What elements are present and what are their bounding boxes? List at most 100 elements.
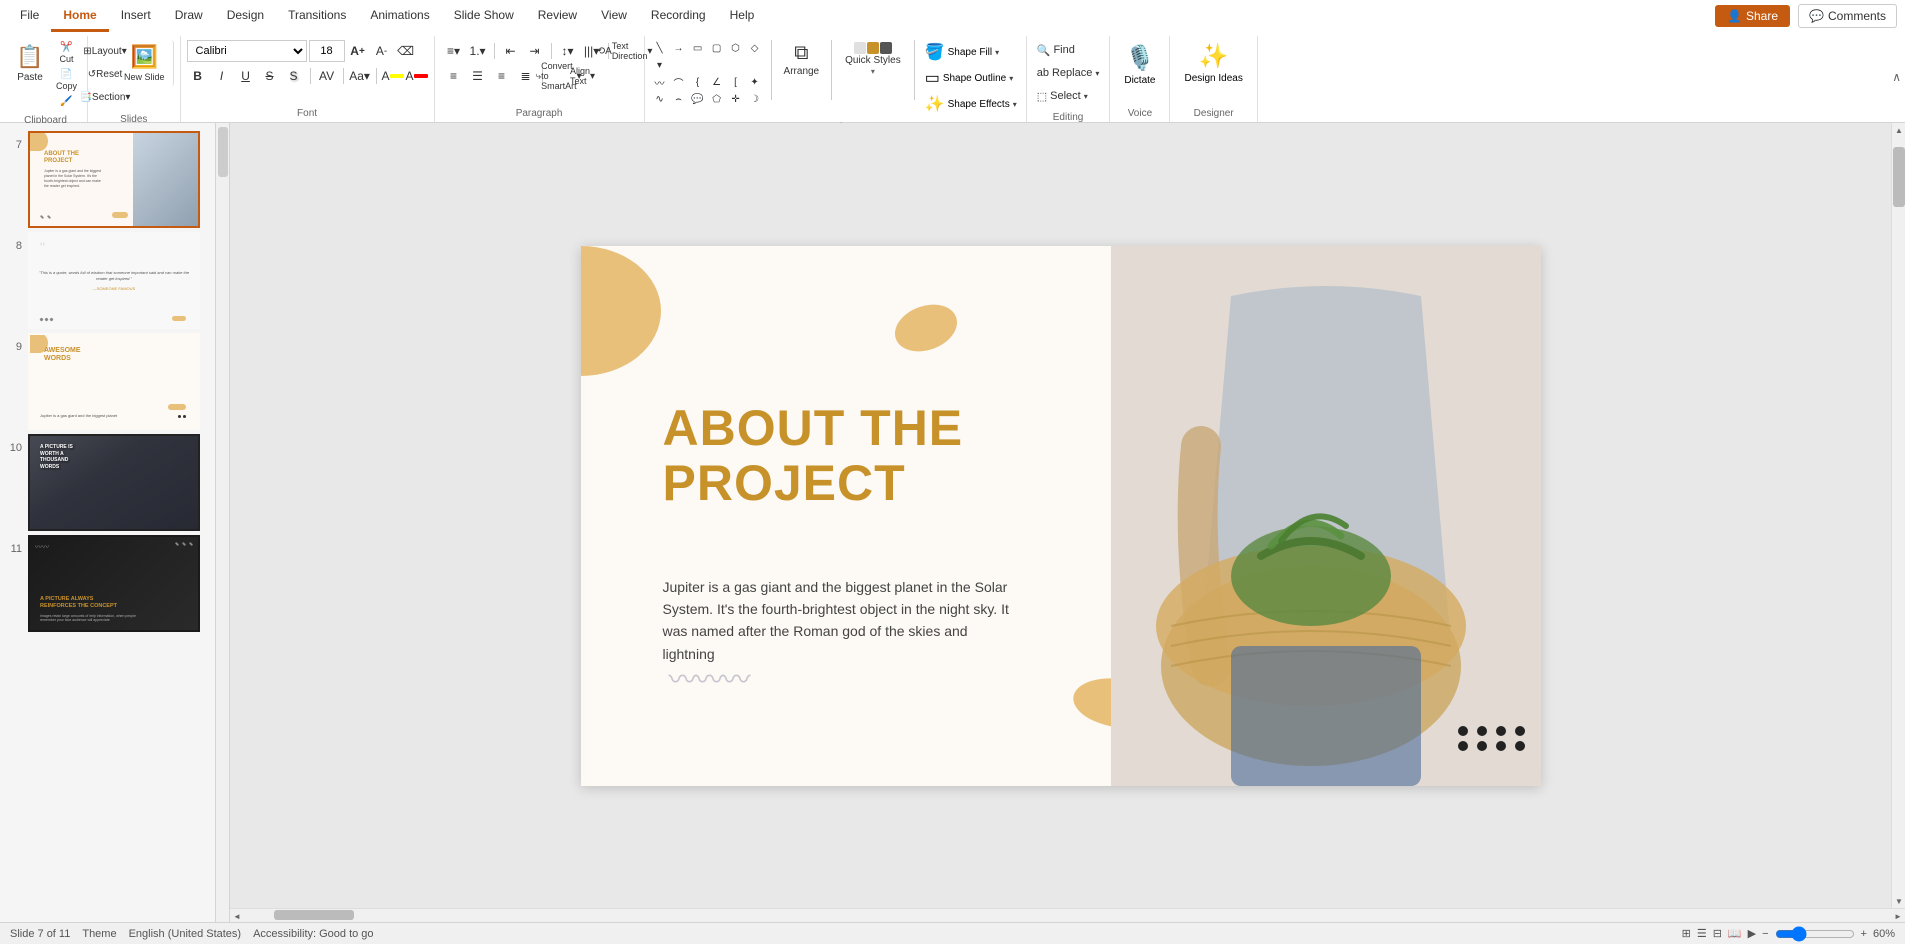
tab-insert[interactable]: Insert (109, 0, 163, 32)
slide-body-text[interactable]: Jupiter is a gas giant and the biggest p… (663, 576, 1023, 666)
slide-item-7[interactable]: 7 ABOUT THE PROJECT Jupiter is a gas gia… (0, 129, 229, 230)
design-ideas-button[interactable]: ✨ Design Ideas (1176, 40, 1250, 86)
align-center-button[interactable]: ☰ (467, 65, 489, 87)
slide-item-10[interactable]: 10 A PICTURE ISWORTH ATHOUSANDWORDS (0, 432, 229, 533)
find-button[interactable]: 🔍 Find (1033, 40, 1079, 60)
select-button[interactable]: ⬚ Select ▾ (1033, 86, 1092, 106)
cut-button[interactable]: ✂️ Cut (52, 40, 81, 66)
numbering-button[interactable]: 1.▾ (467, 40, 489, 62)
hscroll-right-button[interactable]: ► (1891, 909, 1905, 922)
align-left-button[interactable]: ≡ (443, 65, 465, 87)
slide-thumb-10[interactable]: A PICTURE ISWORTH ATHOUSANDWORDS (28, 434, 200, 531)
replace-button[interactable]: ab Replace ▾ (1033, 63, 1104, 83)
smartart-button[interactable]: ⤷ Convert to SmartArt▾ (548, 65, 570, 87)
slide-item-9[interactable]: 9 AWESOMEWORDS Jupiter is a gas giant an… (0, 331, 229, 432)
hscroll-thumb[interactable] (274, 910, 354, 920)
comments-button[interactable]: 💬 Comments (1798, 4, 1897, 28)
arrange-button[interactable]: ⧉ Arrange (779, 40, 825, 79)
shape-rounded-rect[interactable]: ▢ (708, 40, 726, 56)
tab-transitions[interactable]: Transitions (276, 0, 358, 32)
shape-effects-button[interactable]: ✨ Shape Effects ▾ (922, 92, 1020, 116)
tab-slideshow[interactable]: Slide Show (442, 0, 526, 32)
dictate-button[interactable]: 🎙️ Dictate (1116, 40, 1163, 90)
shape-wave[interactable]: ∿ (651, 91, 669, 107)
align-right-button[interactable]: ≡ (491, 65, 513, 87)
zoom-out-button[interactable]: − (1762, 928, 1768, 940)
slide-thumb-7[interactable]: ABOUT THE PROJECT Jupiter is a gas giant… (28, 131, 200, 228)
align-text-button[interactable]: Align Text▾ (572, 65, 594, 87)
reset-button[interactable]: ↺ Reset (94, 63, 116, 85)
new-slide-button[interactable]: 🖼️ New Slide (118, 40, 174, 86)
shape-freeform[interactable]: 〰 (651, 74, 669, 90)
tab-draw[interactable]: Draw (163, 0, 215, 32)
tab-animations[interactable]: Animations (358, 0, 441, 32)
ribbon-collapse-button[interactable]: ∧ (1892, 70, 1901, 84)
font-family-select[interactable]: Calibri (187, 40, 307, 62)
shape-connector[interactable]: ⌒ (670, 74, 688, 90)
justify-button[interactable]: ≣ (515, 65, 537, 87)
slide-panel-scrollbar[interactable] (215, 123, 229, 922)
italic-button[interactable]: I (211, 65, 233, 87)
font-size-input[interactable] (309, 40, 345, 62)
vscroll-down-button[interactable]: ▼ (1892, 894, 1905, 908)
shape-plus[interactable]: ✛ (727, 91, 745, 107)
zoom-in-button[interactable]: + (1861, 928, 1867, 940)
vscroll-up-button[interactable]: ▲ (1892, 123, 1905, 137)
slide-item-11[interactable]: 11 〰〰 A PICTURE ALWAYSREINFORCES THE CON… (0, 533, 229, 634)
decrease-font-button[interactable]: A- (371, 40, 393, 62)
canvas-hscroll[interactable]: ◄ ► (230, 908, 1905, 922)
view-reading-button[interactable]: 📖 (1728, 927, 1742, 940)
font-color-button[interactable]: A (406, 65, 428, 87)
zoom-level[interactable]: 60% (1873, 928, 1895, 940)
decrease-indent-button[interactable]: ⇤ (500, 40, 522, 62)
char-spacing-button[interactable]: AV (316, 65, 338, 87)
shape-pentagon[interactable]: ⬠ (708, 91, 726, 107)
layout-button[interactable]: ⊞ Layout ▾ (94, 40, 116, 62)
shape-diamond[interactable]: ◇ (746, 40, 764, 56)
shape-snip-rect[interactable]: ⬡ (727, 40, 745, 56)
shape-curved[interactable]: ⌢ (670, 91, 688, 107)
tab-view[interactable]: View (589, 0, 639, 32)
tab-recording[interactable]: Recording (639, 0, 718, 32)
strikethrough-button[interactable]: S (259, 65, 281, 87)
canvas-vscroll[interactable]: ▲ ▼ (1891, 123, 1905, 908)
shadow-button[interactable]: S (283, 65, 305, 87)
shape-more[interactable]: ▾ (651, 57, 669, 73)
shape-rect[interactable]: ▭ (689, 40, 707, 56)
clear-format-button[interactable]: ⌫ (395, 40, 417, 62)
slide-thumb-11[interactable]: 〰〰 A PICTURE ALWAYSREINFORCES THE CONCEP… (28, 535, 200, 632)
copy-button[interactable]: 📄 Copy (52, 67, 81, 93)
vscroll-thumb[interactable] (1893, 147, 1905, 207)
share-button[interactable]: 👤 Share (1715, 5, 1790, 27)
slide-main-title[interactable]: ABOUT THE PROJECT (663, 401, 1043, 511)
shape-star[interactable]: ✦ (746, 74, 764, 90)
increase-font-button[interactable]: A+ (347, 40, 369, 62)
shape-outline-button[interactable]: ▭ Shape Outline ▾ (922, 66, 1020, 90)
text-direction-button[interactable]: ⟲A Text Direction▾ (614, 40, 636, 62)
tab-help[interactable]: Help (718, 0, 767, 32)
view-sorter-button[interactable]: ⊟ (1713, 927, 1722, 940)
increase-indent-button[interactable]: ⇥ (524, 40, 546, 62)
slide-thumb-9[interactable]: AWESOMEWORDS Jupiter is a gas giant and … (28, 333, 200, 430)
underline-button[interactable]: U (235, 65, 257, 87)
slide-canvas[interactable]: ABOUT THE PROJECT Jupiter is a gas giant… (581, 246, 1541, 786)
shape-bracket[interactable]: [ (727, 74, 745, 90)
highlight-button[interactable]: A (382, 65, 404, 87)
shape-callout[interactable]: 💬 (689, 91, 707, 107)
shape-arrow[interactable]: → (670, 40, 688, 56)
slide-item-8[interactable]: 8 " "This is a quote, words full of wisd… (0, 230, 229, 331)
bold-button[interactable]: B (187, 65, 209, 87)
view-normal-button[interactable]: ⊞ (1682, 927, 1691, 940)
bullets-button[interactable]: ≡▾ (443, 40, 465, 62)
view-outline-button[interactable]: ☰ (1697, 927, 1707, 940)
quick-styles-button[interactable]: Quick Styles ▾ (839, 40, 907, 78)
tab-file[interactable]: File (8, 0, 51, 32)
shape-fill-button[interactable]: 🪣 Shape Fill ▾ (922, 40, 1020, 64)
tab-review[interactable]: Review (526, 0, 589, 32)
slide-thumb-8[interactable]: " "This is a quote, words full of wisdom… (28, 232, 200, 329)
view-slideshow-button[interactable]: ▶ (1748, 927, 1756, 940)
line-spacing-button[interactable]: ↕▾ (557, 40, 579, 62)
section-button[interactable]: 📑 Section ▾ (94, 86, 116, 108)
canvas-area[interactable]: ABOUT THE PROJECT Jupiter is a gas giant… (230, 123, 1891, 908)
hscroll-left-button[interactable]: ◄ (230, 909, 244, 922)
